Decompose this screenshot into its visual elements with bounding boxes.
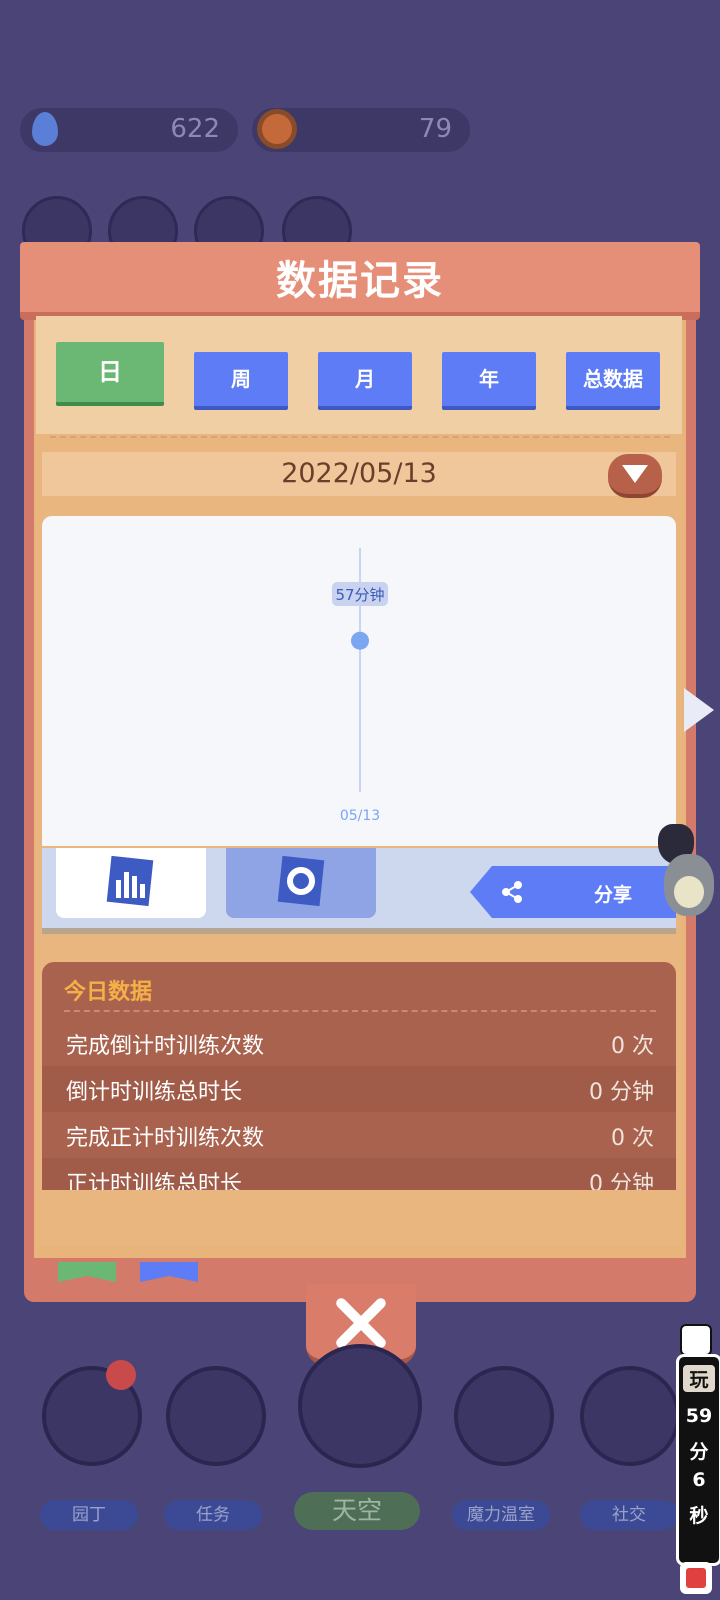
date-label: 2022/05/13	[281, 458, 437, 489]
data-label: 57分钟	[335, 586, 384, 604]
row-label: 正计时训练总时长	[66, 1172, 243, 1190]
table-row: 正计时训练总时长 0 分钟	[42, 1158, 676, 1190]
sun-counter: 79	[252, 108, 470, 152]
chart-area: 57分钟 05/13	[42, 516, 676, 846]
sun-value: 79	[418, 114, 452, 144]
data-point[interactable]	[351, 631, 369, 650]
next-page-arrow-icon[interactable]	[684, 688, 714, 732]
sun-icon	[262, 114, 292, 144]
modal-header: 数据记录	[20, 242, 700, 320]
modal-title: 数据记录	[276, 258, 444, 304]
nav-tasks[interactable]: 任务	[164, 1500, 262, 1530]
stop-button[interactable]	[680, 1562, 712, 1594]
x-tick-label: 05/13	[340, 808, 380, 824]
today-data-title: 今日数据	[64, 980, 153, 1005]
stop-icon	[686, 1568, 706, 1588]
date-dropdown-button[interactable]	[608, 454, 662, 498]
alert-badge-icon	[106, 1360, 136, 1390]
timer-min-unit: 分	[689, 1441, 709, 1463]
row-value: 0 分钟	[589, 1172, 654, 1190]
nav-sky[interactable]: 天空	[294, 1492, 420, 1530]
today-data-panel: 今日数据 完成倒计时训练次数 0 次 倒计时训练总时长 0 分钟 完成正计时训练…	[42, 962, 676, 1190]
greenhouse-icon[interactable]	[454, 1366, 554, 1466]
sky-water-drop-icon[interactable]	[298, 1344, 422, 1468]
pie-chart-tab[interactable]	[226, 848, 376, 918]
tab-week[interactable]: 周	[194, 352, 288, 410]
nav-gardener[interactable]: 园丁	[40, 1500, 138, 1530]
tab-month[interactable]: 月	[318, 352, 412, 410]
water-drop-icon	[32, 112, 58, 146]
fullscreen-icon[interactable]	[680, 1324, 712, 1356]
table-row: 倒计时训练总时长 0 分钟	[42, 1066, 676, 1112]
chevron-down-icon	[622, 465, 648, 483]
timer-minutes: 59	[685, 1405, 713, 1427]
water-value: 622	[170, 114, 220, 144]
share-icon	[502, 881, 522, 903]
tab-year[interactable]: 年	[442, 352, 536, 410]
bar-chart-tab[interactable]	[56, 848, 206, 918]
row-value: 0 次	[611, 1126, 654, 1151]
table-row: 完成正计时训练次数 0 次	[42, 1112, 676, 1158]
timer-seconds: 6	[692, 1469, 706, 1491]
pie-chart-icon	[277, 855, 325, 907]
date-selector[interactable]: 2022/05/13	[42, 452, 676, 496]
timer-sec-unit: 秒	[689, 1505, 709, 1527]
tasks-icon[interactable]	[166, 1366, 266, 1466]
nav-social[interactable]: 社交	[580, 1500, 678, 1530]
row-value: 0 次	[611, 1034, 654, 1059]
bar-chart-icon	[106, 855, 154, 907]
tab-total[interactable]: 总数据	[566, 352, 660, 410]
share-button[interactable]: 分享	[470, 866, 676, 918]
chart-svg: 57分钟 05/13	[332, 548, 388, 824]
row-label: 倒计时训练总时长	[66, 1080, 243, 1105]
nav-greenhouse[interactable]: 魔力温室	[452, 1500, 550, 1530]
row-label: 完成正计时训练次数	[66, 1126, 265, 1151]
play-timer: 玩 59 分 6 秒	[676, 1354, 720, 1566]
panel-divider	[64, 1010, 656, 1012]
table-row: 完成倒计时训练次数 0 次	[42, 1020, 676, 1066]
timer-play-label: 玩	[683, 1365, 715, 1392]
water-counter: 622	[20, 108, 238, 152]
share-label: 分享	[594, 884, 633, 906]
social-icon[interactable]	[580, 1366, 680, 1466]
divider	[50, 436, 670, 438]
mascot-totoro-icon[interactable]	[658, 824, 714, 920]
row-label: 完成倒计时训练次数	[66, 1034, 265, 1059]
row-value: 0 分钟	[589, 1080, 654, 1105]
tab-day[interactable]: 日	[56, 342, 164, 406]
